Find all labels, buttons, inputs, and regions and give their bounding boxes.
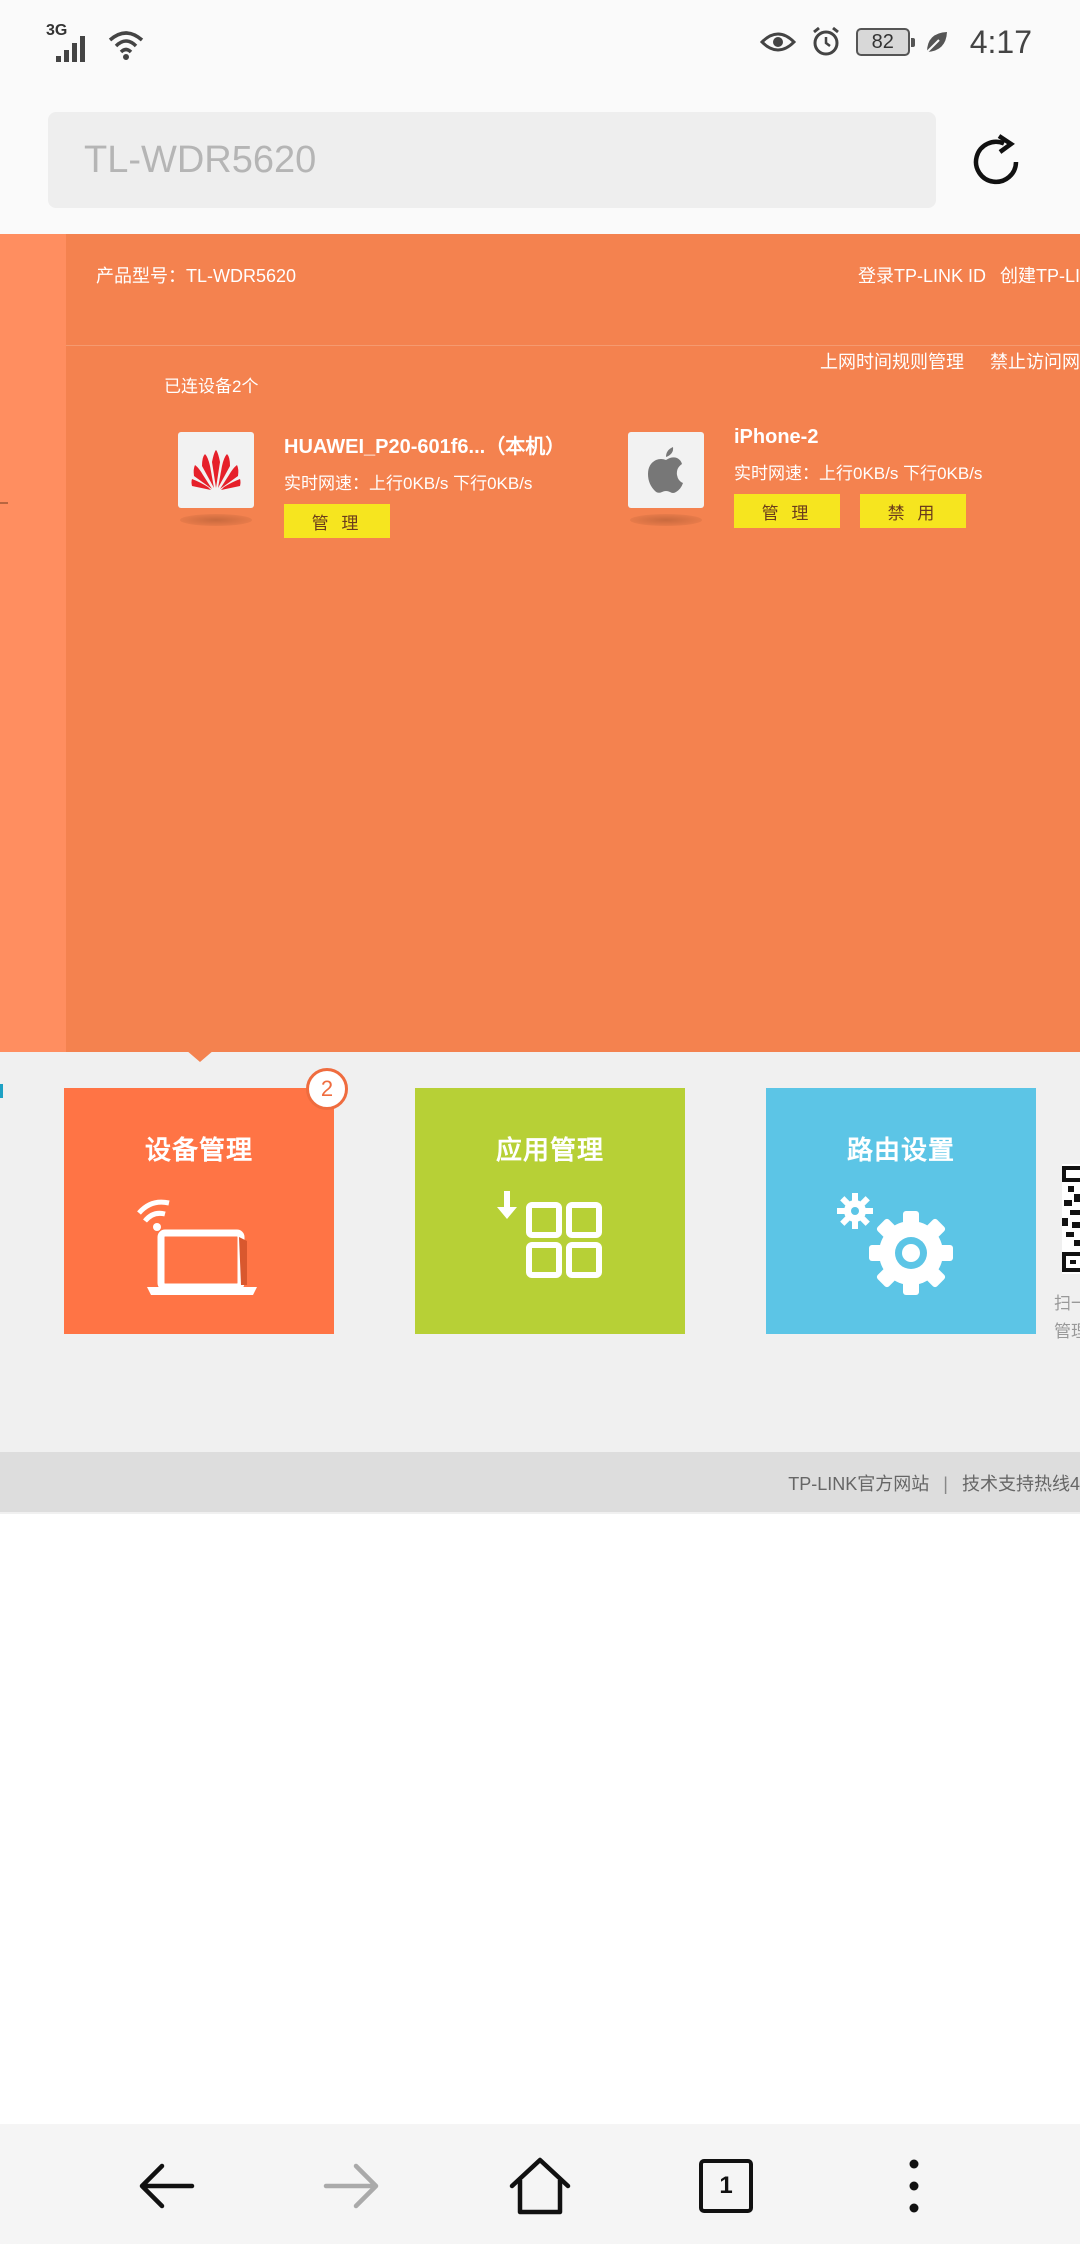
connected-devices-count: 已连设备2个 <box>164 377 259 396</box>
qr-code-icon <box>1062 1164 1080 1274</box>
router-admin-page: 产品型号：TL-WDR5620 登录TP-LINK ID 创建TP-LI 上网时间… <box>0 234 1080 1514</box>
device-name: iPhone-2 <box>734 426 819 448</box>
tile-title: 应用管理 <box>495 1135 604 1165</box>
router-header: 产品型号：TL-WDR5620 登录TP-LINK ID 创建TP-LI <box>66 234 1080 346</box>
side-strip <box>0 234 66 1052</box>
time-rules-link[interactable]: 上网时间规则管理 <box>820 352 964 372</box>
battery-icon: 82 <box>855 28 915 56</box>
block-access-link[interactable]: 禁止访问网 <box>990 352 1080 372</box>
signal-icon <box>56 36 85 62</box>
browser-toolbar: TL-WDR5620 <box>0 84 1080 234</box>
disable-button[interactable]: 禁 用 <box>860 494 966 528</box>
qr-caption: 扫一 管理 <box>1054 1290 1080 1346</box>
forward-arrow-icon <box>323 2163 379 2209</box>
home-button[interactable] <box>508 2154 572 2218</box>
support-hotline: 技术支持热线4 <box>961 1474 1080 1494</box>
side-marker <box>0 502 8 504</box>
status-bar: 3G 82 4:17 <box>0 0 1080 84</box>
product-model: 产品型号：TL-WDR5620 <box>96 266 297 286</box>
device-name: HUAWEI_P20-601f6...（本机） <box>284 436 566 458</box>
back-arrow-icon <box>139 2163 195 2209</box>
device-info: HUAWEI_P20-601f6...（本机） 实时网速：上行0KB/s 下行0… <box>284 430 604 538</box>
device-count-badge: 2 <box>306 1068 348 1110</box>
qr-caption-line2: 管理 <box>1054 1322 1080 1341</box>
device-shadow <box>180 514 252 526</box>
device-speed: 实时网速：上行0KB/s 下行0KB/s <box>734 464 983 483</box>
account-links: 登录TP-LINK ID 创建TP-LI <box>844 262 1080 288</box>
wifi-icon <box>108 31 144 60</box>
control-links: 上网时间规则管理 禁止访问网 <box>794 348 1080 374</box>
url-field[interactable]: TL-WDR5620 <box>48 112 936 208</box>
more-menu-button[interactable] <box>882 2154 946 2218</box>
clock: 4:17 <box>969 23 1032 60</box>
more-icon <box>909 2159 919 2213</box>
app-grid-icon <box>497 1191 602 1278</box>
device-management-tile[interactable]: 设备管理 <box>64 1088 334 1334</box>
manage-button[interactable]: 管 理 <box>284 504 390 538</box>
status-right: 82 4:17 <box>759 20 1032 64</box>
page-footer: TP-LINK官方网站 | 技术支持热线4 <box>0 1452 1080 1512</box>
laptop-wifi-icon <box>137 1199 257 1295</box>
official-site-link[interactable]: TP-LINK官方网站 <box>788 1474 929 1494</box>
footer-separator: | <box>943 1474 948 1494</box>
manage-button[interactable]: 管 理 <box>734 494 840 528</box>
tile-title: 设备管理 <box>144 1135 253 1165</box>
battery-level: 82 <box>871 30 894 53</box>
device-shadow <box>630 514 702 526</box>
huawei-logo-icon <box>178 432 254 508</box>
tile-title: 路由设置 <box>846 1135 955 1165</box>
device-speed: 实时网速：上行0KB/s 下行0KB/s <box>284 474 533 493</box>
alarm-icon <box>812 26 839 56</box>
device-info: iPhone-2 实时网速：上行0KB/s 下行0KB/s 管 理 禁 用 <box>734 426 1054 528</box>
status-left: 3G <box>46 22 166 66</box>
active-tile-pointer <box>186 1050 214 1062</box>
device-actions: 管 理 <box>284 504 604 538</box>
back-button[interactable] <box>134 2154 198 2218</box>
reload-icon[interactable] <box>964 130 1028 194</box>
footer-links: TP-LINK官方网站 | 技术支持热线4 <box>788 1470 1080 1496</box>
tab-count: 1 <box>719 2172 733 2199</box>
tabs-button[interactable]: 1 <box>694 2154 758 2218</box>
gears-icon <box>837 1193 953 1295</box>
eye-icon <box>759 32 796 52</box>
router-settings-tile[interactable]: 路由设置 <box>766 1088 1036 1334</box>
tabs-icon: 1 <box>699 2159 753 2213</box>
url-text: TL-WDR5620 <box>84 138 317 181</box>
home-icon <box>509 2157 571 2215</box>
browser-bottom-nav: 1 <box>0 2124 1080 2244</box>
apple-logo-icon <box>628 432 704 508</box>
device-actions: 管 理 禁 用 <box>734 494 1054 528</box>
app-management-tile[interactable]: 应用管理 <box>415 1088 685 1334</box>
create-tplink-id-link[interactable]: 创建TP-LI <box>1000 266 1080 286</box>
left-indicator <box>0 1084 3 1098</box>
forward-button[interactable] <box>320 2154 384 2218</box>
leaf-icon <box>926 32 947 53</box>
login-tplink-id-link[interactable]: 登录TP-LINK ID <box>858 266 986 286</box>
qr-caption-line1: 扫一 <box>1054 1294 1080 1313</box>
